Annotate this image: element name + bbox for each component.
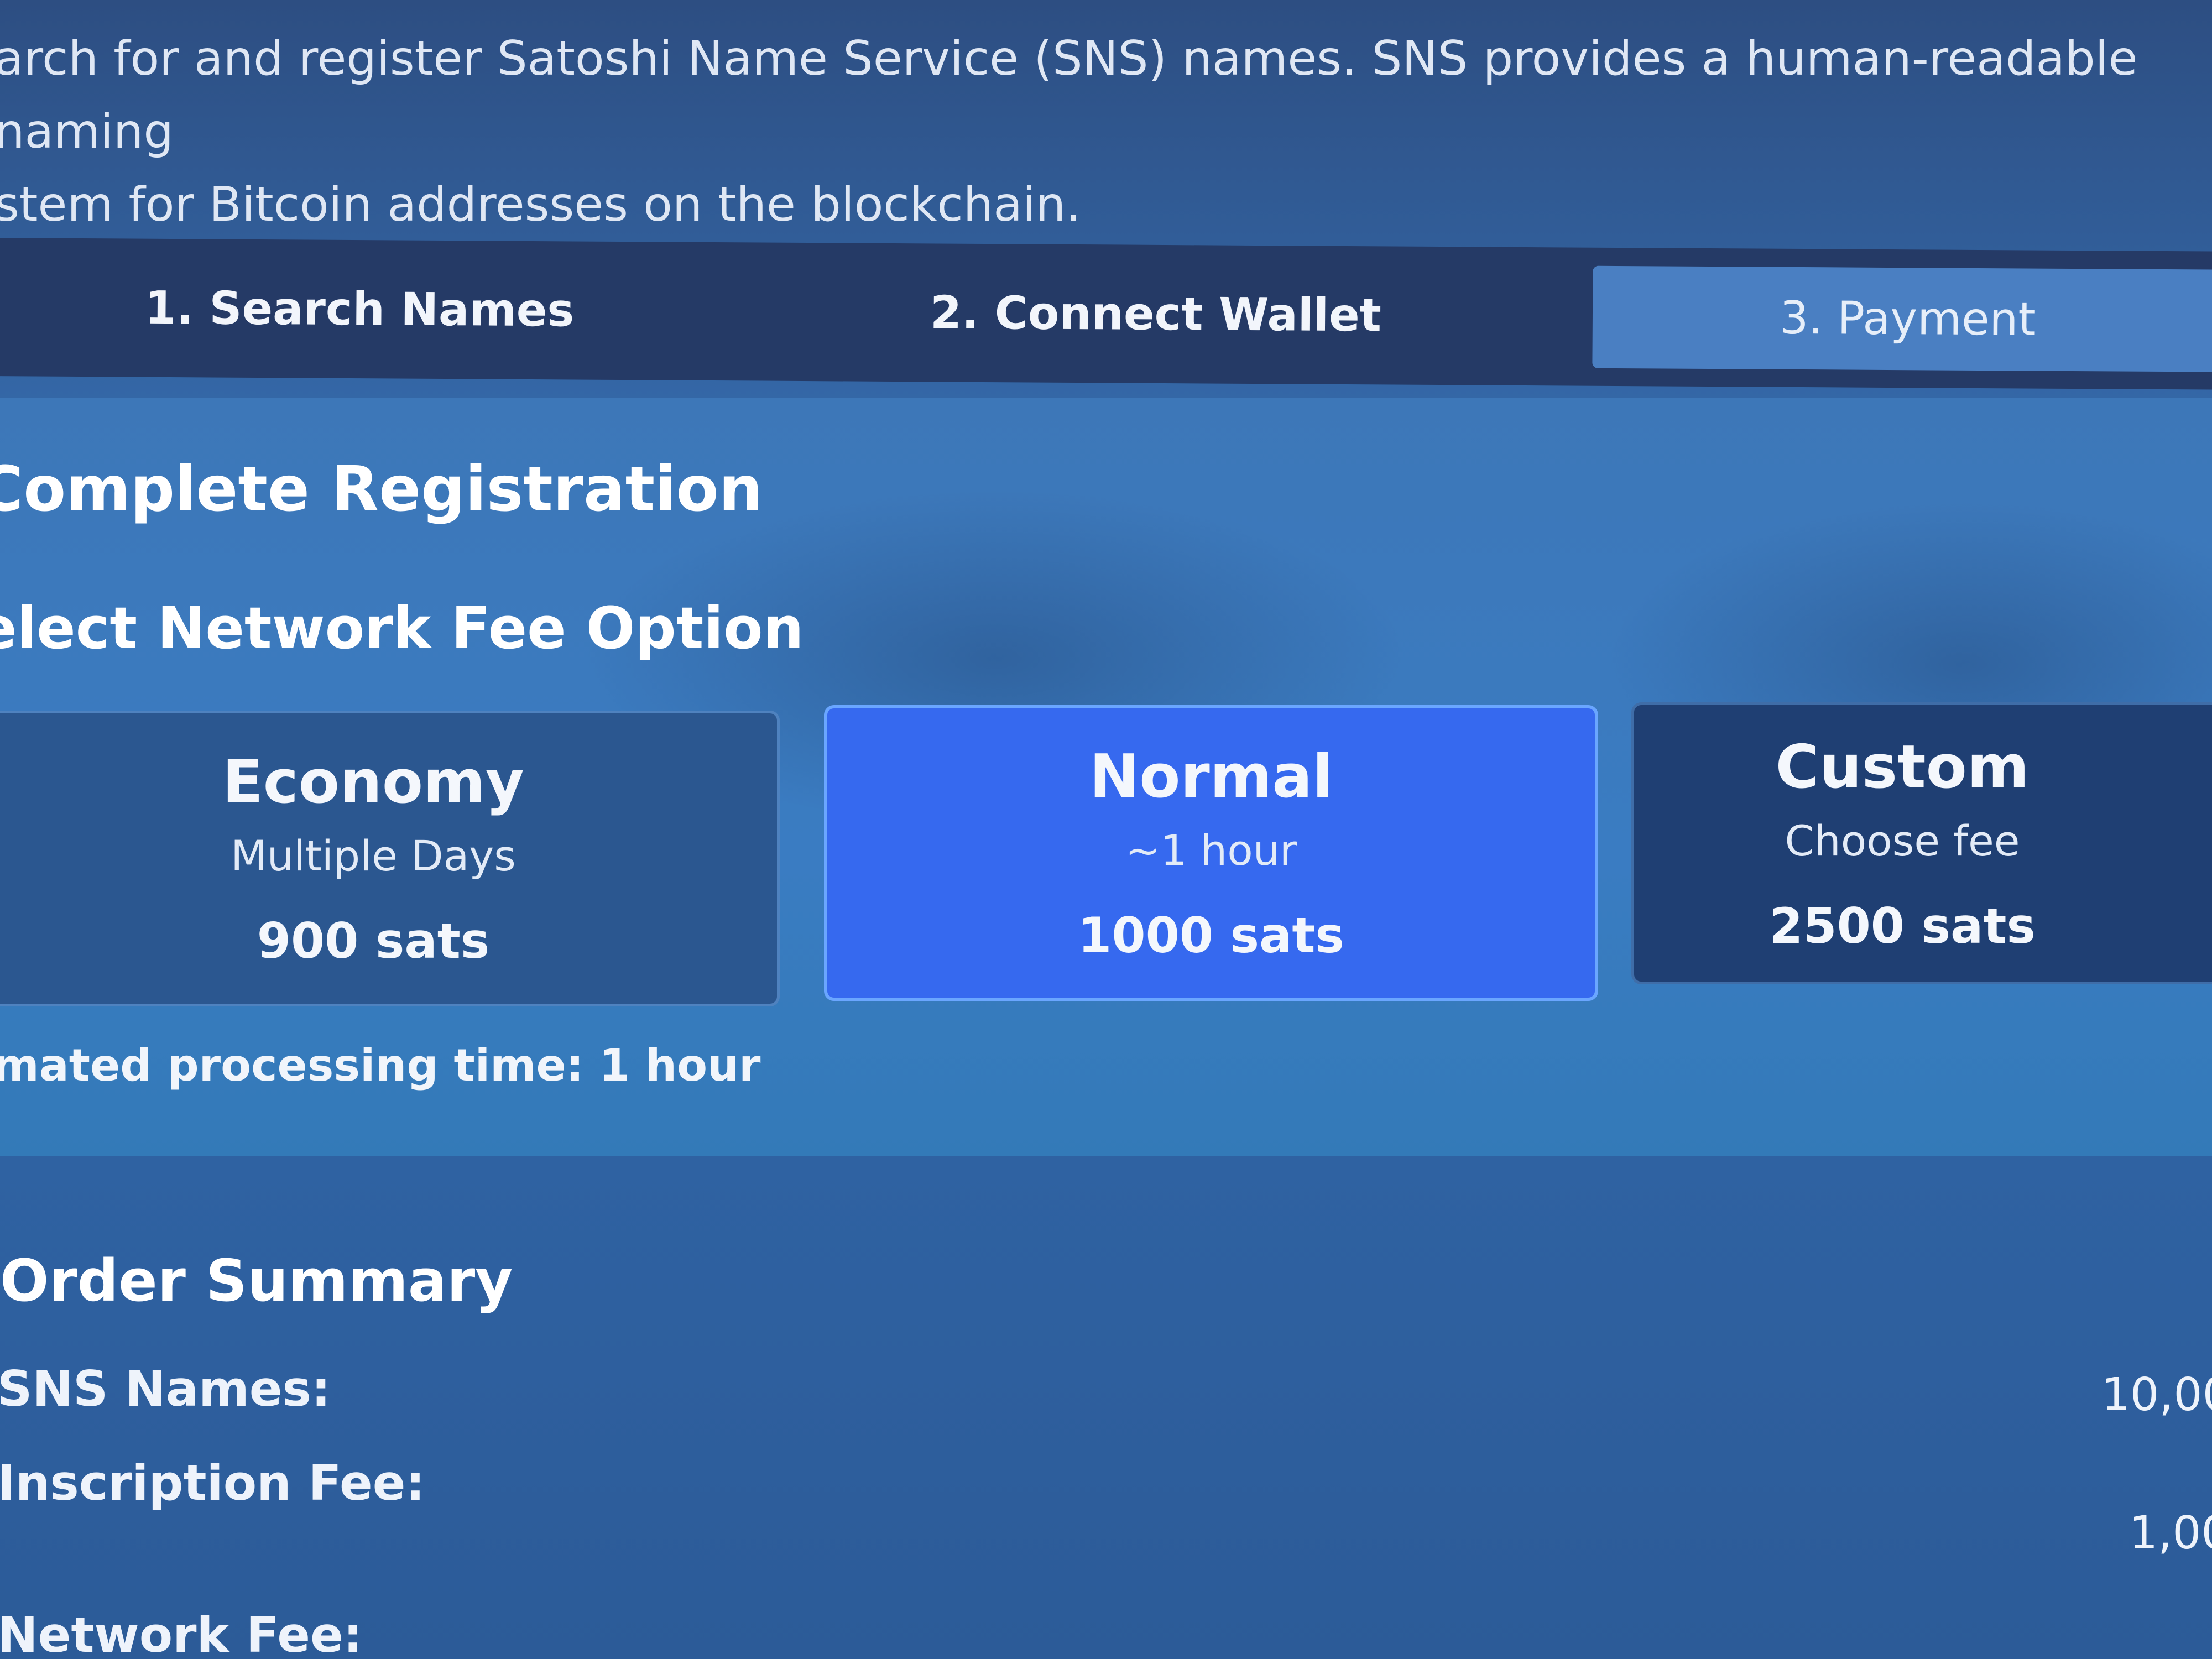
fee-option-time: ~1 hour <box>1125 826 1297 875</box>
fee-option-economy[interactable]: Economy Multiple Days 900 sats <box>0 711 780 1006</box>
page-title: Complete Registration <box>0 453 763 525</box>
order-summary-panel <box>0 1156 2212 1659</box>
fee-option-name: Economy <box>222 748 524 817</box>
fee-option-name: Normal <box>1089 742 1333 811</box>
registration-stepper: 1. Search Names 2. Connect Wallet 3. Pay… <box>0 238 2212 390</box>
fee-option-normal[interactable]: Normal ~1 hour 1000 sats <box>824 705 1598 1001</box>
summary-label-inscription-fee: Inscription Fee: <box>0 1454 425 1511</box>
intro-line-2: stem for Bitcoin addresses on the blockc… <box>0 177 1081 232</box>
step-payment[interactable]: 3. Payment <box>1592 265 2212 372</box>
estimated-processing-time: imated processing time: 1 hour <box>0 1040 761 1091</box>
fee-option-price: 1000 sats <box>1078 907 1344 964</box>
summary-value-inscription-fee: 1,00 <box>2129 1507 2212 1559</box>
fee-option-time: Choose fee <box>1785 816 2020 865</box>
step-search-names[interactable]: 1. Search Names <box>0 238 731 380</box>
fee-option-price: 2500 sats <box>1769 897 2036 954</box>
fee-option-price: 900 sats <box>257 912 490 969</box>
summary-value-sns-names: 10,000 <box>2101 1369 2212 1421</box>
intro-line-1: arch for and register Satoshi Name Servi… <box>0 31 2138 159</box>
fee-option-time: Multiple Days <box>231 831 516 880</box>
summary-label-network-fee: Network Fee: <box>0 1606 363 1659</box>
summary-label-sns-names: SNS Names: <box>0 1360 331 1417</box>
fee-section-heading: elect Network Fee Option <box>0 594 804 662</box>
fee-option-custom[interactable]: Custom Choose fee 2500 sats <box>1631 702 2212 984</box>
step-connect-wallet[interactable]: 2. Connect Wallet <box>729 242 1582 385</box>
order-summary-title: Order Summary <box>0 1247 513 1314</box>
fee-option-name: Custom <box>1775 732 2030 802</box>
intro-description: arch for and register Satoshi Name Servi… <box>0 22 2195 241</box>
app-stage: arch for and register Satoshi Name Servi… <box>0 0 2212 1659</box>
